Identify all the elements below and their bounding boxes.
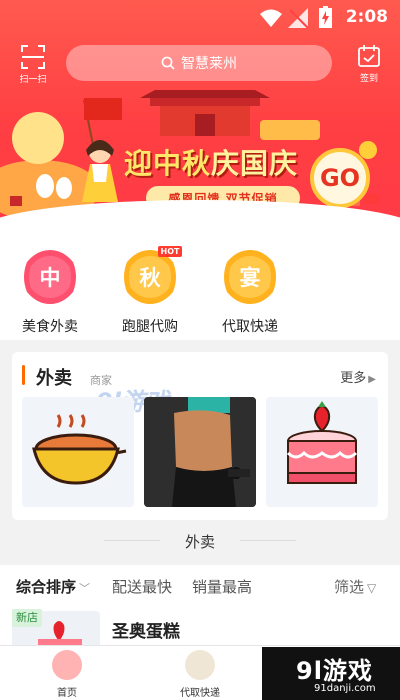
home-icon — [52, 650, 82, 680]
banner-title[interactable]: 迎中秋庆国庆 — [124, 142, 298, 182]
nav-express-label: 代取快递 — [180, 688, 220, 699]
category-glyph: 秋 — [139, 265, 161, 290]
sort-label: 综合排序 — [16, 578, 77, 596]
checkin-label: 签到 — [359, 74, 378, 84]
search-icon — [161, 56, 175, 70]
search-bar[interactable]: 智慧莱州 — [66, 45, 332, 81]
fitness-image — [144, 397, 256, 507]
filter-label: 筛选 — [334, 578, 365, 596]
express-icon: 宴 — [221, 248, 279, 306]
status-bar: 2:08 — [0, 0, 400, 36]
category-label: 跑腿代购 — [122, 319, 178, 335]
chevron-right-icon: ▶ — [368, 374, 376, 385]
funnel-icon: ▽ — [367, 581, 377, 595]
filter-bar: 综合排序 ﹀ 配送最快 销量最高 筛选 ▽ — [0, 565, 400, 607]
category-glyph: 宴 — [239, 265, 261, 290]
fitness-tile[interactable] — [144, 397, 256, 507]
category-express-pickup[interactable]: 宴 代取快递 — [200, 248, 300, 336]
category-glyph: 中 — [39, 265, 61, 290]
best-sales-filter[interactable]: 销量最高 — [192, 576, 252, 597]
category-food-delivery[interactable]: 中 美食外卖 — [0, 248, 100, 336]
more-label: 更多 — [340, 371, 367, 386]
banner-title-part1: 迎中秋 — [124, 147, 212, 180]
header-banner-area: 2:08 扫一扫 智慧莱州 签到 迎中秋庆国庆 感恩回馈 双节促销 GO — [0, 0, 400, 226]
filter-button[interactable]: 筛选 ▽ — [334, 576, 376, 597]
clock: 2:08 — [345, 7, 388, 27]
wifi-icon — [260, 9, 282, 27]
nav-express[interactable]: 代取快递 — [165, 650, 235, 699]
banner-go-button[interactable]: GO — [310, 148, 370, 208]
banner-title-part2: 庆国庆 — [211, 147, 299, 180]
scan-button[interactable]: 扫一扫 — [16, 44, 50, 85]
category-label: 美食外卖 — [22, 319, 78, 335]
brand-logo: 9l游戏 91danji.com — [262, 647, 400, 700]
calendar-check-icon — [358, 45, 380, 67]
battery-icon — [319, 6, 332, 28]
takeaway-card: 外卖 商家 9l游戏 更多▶ — [12, 352, 388, 520]
section-title: 外卖 — [184, 533, 215, 551]
scan-icon — [21, 45, 45, 69]
search-placeholder: 智慧莱州 — [181, 56, 237, 72]
brand-logo-text: 9l游戏 — [296, 657, 373, 685]
express-nav-icon — [185, 650, 215, 680]
category-label: 代取快递 — [222, 319, 278, 335]
food-bowl-image — [32, 414, 127, 485]
cake-image — [286, 401, 358, 484]
hot-badge: HOT — [158, 246, 182, 257]
shop-name: 圣奥蛋糕 — [112, 622, 180, 642]
category-row: 中 美食外卖 秋 跑腿代购 宴 代取快递 — [0, 226, 400, 340]
food-bowl-tile[interactable] — [22, 397, 134, 507]
section-accent-bar — [22, 365, 25, 385]
new-shop-badge: 新店 — [12, 609, 42, 627]
banner-subtitle: 感恩回馈 双节促销 — [146, 186, 300, 210]
nav-home-label: 首页 — [57, 688, 77, 699]
category-errand[interactable]: 秋 跑腿代购 — [100, 248, 200, 336]
cake-tile[interactable] — [266, 397, 378, 507]
list-item[interactable]: 新店 圣奥蛋糕 — [0, 607, 400, 651]
scan-label: 扫一扫 — [19, 75, 47, 85]
more-link[interactable]: 更多 ▶ — [340, 367, 376, 386]
card-title: 外卖 — [36, 368, 72, 389]
checkin-button[interactable]: 签到 — [352, 44, 386, 84]
food-icon: 中 — [21, 248, 79, 306]
sort-dropdown[interactable]: 综合排序 ﹀ — [16, 576, 90, 597]
fast-delivery-filter[interactable]: 配送最快 — [112, 576, 172, 597]
no-signal-icon — [288, 8, 309, 28]
nav-home[interactable]: 首页 — [32, 650, 102, 699]
brand-logo-url: 91danji.com — [314, 683, 376, 694]
chevron-down-icon: ﹀ — [79, 582, 91, 595]
